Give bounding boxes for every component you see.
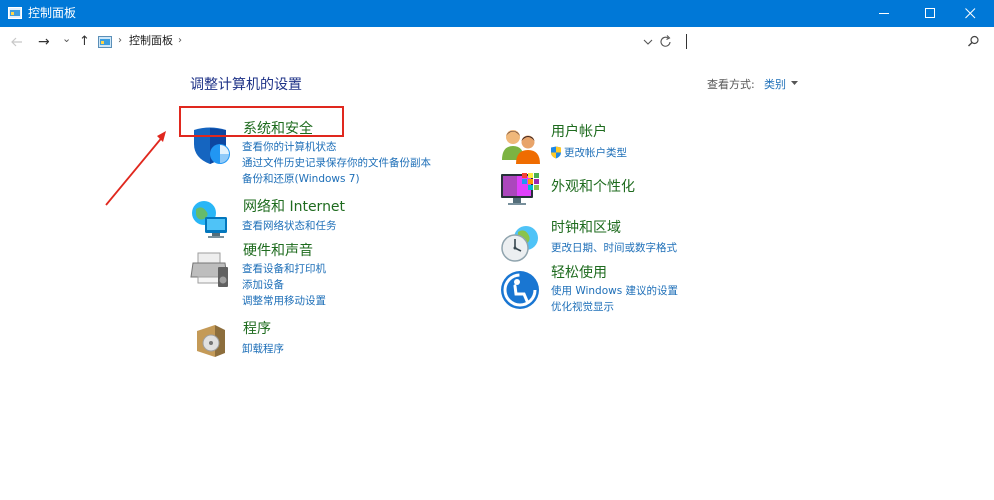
refresh-icon <box>660 35 671 47</box>
view-by: 查看方式: 类别 <box>707 78 798 92</box>
category-title[interactable]: 用户帐户 <box>551 124 607 141</box>
category-link[interactable]: 优化视觉显示 <box>551 301 614 314</box>
ease-of-access-icon[interactable] <box>500 270 540 310</box>
category-title[interactable]: 程序 <box>243 321 271 338</box>
minimize-icon <box>879 13 889 14</box>
clock-globe-icon[interactable] <box>500 224 540 264</box>
uac-shield-icon <box>551 146 561 159</box>
chevron-down-icon[interactable] <box>791 81 798 86</box>
up-button[interactable]: ↑ <box>79 33 90 51</box>
programs-disc-icon[interactable] <box>194 321 234 361</box>
category-link[interactable]: 更改帐户类型 <box>564 147 627 160</box>
close-button[interactable] <box>948 0 994 27</box>
address-dropdown-button[interactable] <box>643 33 653 55</box>
maximize-icon <box>925 8 935 18</box>
category-link[interactable]: 调整常用移动设置 <box>242 295 326 308</box>
monitor-palette-icon[interactable] <box>500 172 540 212</box>
category-title[interactable]: 硬件和声音 <box>243 243 313 260</box>
control-panel-icon <box>8 7 22 19</box>
search-icon[interactable] <box>967 35 980 48</box>
category-title[interactable]: 时钟和区域 <box>551 220 621 237</box>
category-title[interactable]: 外观和个性化 <box>551 179 635 196</box>
chevron-down-icon <box>643 39 653 45</box>
category-link[interactable]: 查看你的计算机状态 <box>242 141 337 154</box>
printer-speaker-icon[interactable] <box>190 249 230 289</box>
category-title[interactable]: 轻松使用 <box>551 265 607 282</box>
category-link[interactable]: 查看网络状态和任务 <box>242 220 337 233</box>
users-icon[interactable] <box>500 126 540 166</box>
view-by-dropdown[interactable]: 类别 <box>764 78 786 92</box>
window-title: 控制面板 <box>28 6 77 20</box>
text-caret <box>686 34 687 49</box>
breadcrumb[interactable]: 控制面板 <box>129 34 173 48</box>
view-by-label: 查看方式: <box>707 78 755 91</box>
refresh-button[interactable] <box>659 33 673 55</box>
minimize-button[interactable] <box>862 0 908 27</box>
back-button[interactable] <box>10 33 28 51</box>
page-title: 调整计算机的设置 <box>190 77 302 93</box>
category-link[interactable]: 添加设备 <box>242 279 284 292</box>
forward-button[interactable]: → <box>38 33 50 51</box>
title-bar: 控制面板 <box>0 0 994 27</box>
back-arrow-icon <box>11 37 22 47</box>
category-link[interactable]: 卸载程序 <box>242 343 284 356</box>
search-input[interactable] <box>684 33 984 51</box>
annotation-highlight-box <box>179 106 344 137</box>
address-bar: → ⌄ ↑ › 控制面板 › <box>0 27 994 57</box>
breadcrumb-separator: › <box>118 35 122 46</box>
category-link[interactable]: 通过文件历史记录保存你的文件备份副本 <box>242 157 431 170</box>
category-link[interactable]: 备份和还原(Windows 7) <box>242 173 360 186</box>
category-link[interactable]: 使用 Windows 建议的设置 <box>551 285 678 298</box>
category-link[interactable]: 更改日期、时间或数字格式 <box>551 242 677 255</box>
category-link[interactable]: 查看设备和打印机 <box>242 263 326 276</box>
category-title[interactable]: 网络和 Internet <box>243 199 345 216</box>
close-icon <box>965 8 976 19</box>
breadcrumb-separator[interactable]: › <box>178 35 182 46</box>
annotation-arrow-icon <box>105 131 166 206</box>
control-panel-icon <box>98 36 112 48</box>
network-globe-icon[interactable] <box>190 199 230 239</box>
recent-locations-dropdown[interactable]: ⌄ <box>62 30 71 48</box>
